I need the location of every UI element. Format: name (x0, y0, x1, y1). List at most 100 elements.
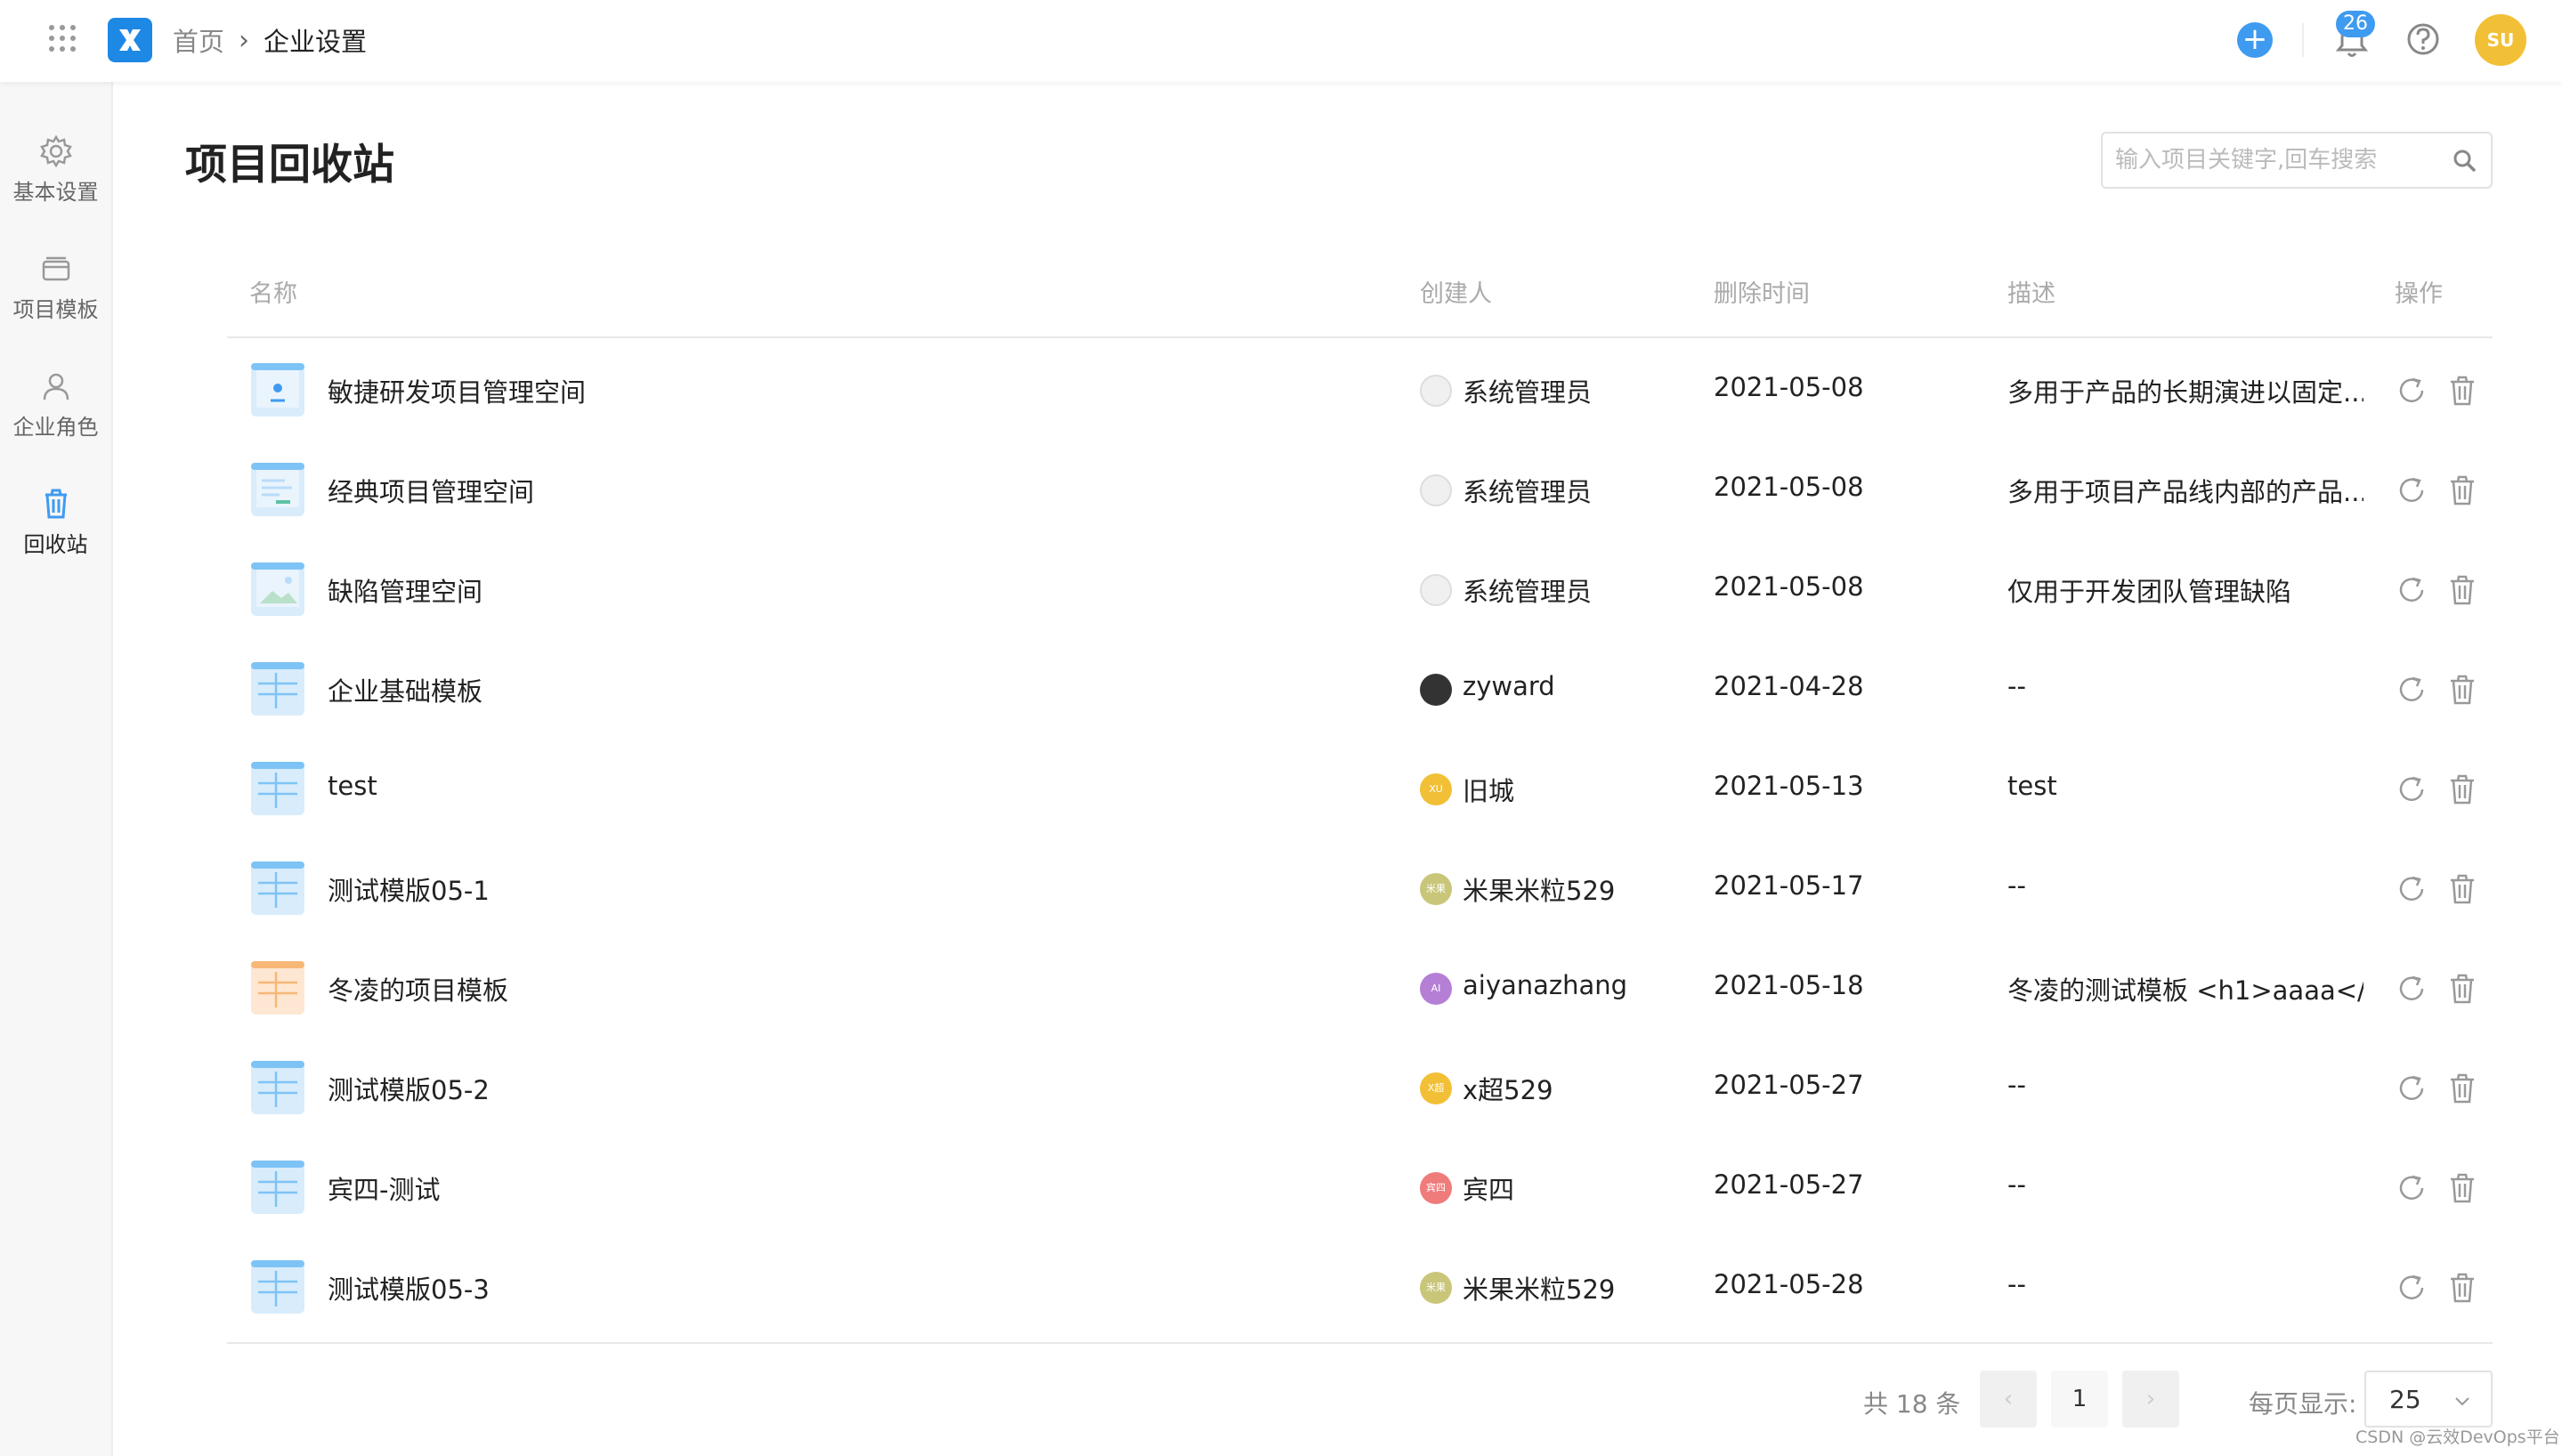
notification-badge[interactable]: 26 (2336, 11, 2375, 37)
creator-avatar: XU (1420, 773, 1452, 805)
trash-icon (45, 489, 67, 519)
search-box (2101, 132, 2493, 189)
project-template-icon (251, 662, 304, 716)
restore-icon[interactable] (2395, 772, 2428, 806)
delete-icon[interactable] (2445, 872, 2479, 906)
delete-icon[interactable] (2445, 1171, 2479, 1205)
project-template-icon (251, 463, 304, 516)
deleted-time: 2021-05-08 (1714, 571, 1864, 602)
project-name[interactable]: 缺陷管理空间 (328, 571, 482, 609)
creator-avatar: X超 (1420, 1072, 1452, 1104)
table-row: test XU 旧城 2021-05-13 test (227, 739, 2493, 838)
description: -- (2007, 1269, 2026, 1299)
project-name[interactable]: test (328, 771, 377, 801)
restore-icon[interactable] (2395, 673, 2428, 707)
deleted-time: 2021-05-17 (1714, 870, 1864, 901)
project-template-icon (251, 562, 304, 616)
breadcrumb-home[interactable]: 首页 (173, 21, 224, 59)
delete-icon[interactable] (2445, 972, 2479, 1006)
sidebar-item-label: 回收站 (23, 532, 88, 557)
watermark: CSDN @云效DevOps平台 (2355, 1428, 2560, 1447)
add-icon[interactable]: + (2237, 22, 2273, 58)
creator-name: 系统管理员 (1463, 477, 1593, 507)
description: 冬凌的测试模板 <h1>aaaa</... (2007, 975, 2363, 1006)
breadcrumb: 首页 › 企业设置 (173, 21, 367, 59)
column-header-creator: 创建人 (1420, 280, 1492, 308)
project-name[interactable]: 冬凌的项目模板 (328, 970, 508, 1007)
creator-avatar (1420, 674, 1452, 706)
sidebar-item-label: 项目模板 (12, 297, 99, 322)
table-row: 测试模版05-2 X超 x超529 2021-05-27 -- (227, 1038, 2493, 1137)
project-name[interactable]: 宾四-测试 (328, 1169, 440, 1207)
table-row: 测试模版05-1 米果 米果米粒529 2021-05-17 -- (227, 838, 2493, 938)
restore-icon[interactable] (2395, 1072, 2428, 1105)
column-header-description: 描述 (2007, 280, 2055, 308)
restore-icon[interactable] (2395, 972, 2428, 1006)
delete-icon[interactable] (2445, 673, 2479, 707)
project-name[interactable]: 测试模版05-2 (328, 1070, 490, 1107)
search-icon[interactable] (2452, 148, 2478, 174)
creator-name: aiyanazhang (1463, 970, 1628, 1000)
creator-avatar (1420, 574, 1452, 606)
user-role-icon (43, 373, 69, 400)
delete-icon[interactable] (2445, 772, 2479, 806)
description: -- (2007, 1169, 2026, 1200)
pagination-page-button[interactable]: 1 (2051, 1371, 2108, 1428)
sidebar-item-recycle-bin[interactable]: 回收站 (0, 470, 111, 568)
creator-name: 米果米粒529 (1463, 876, 1616, 906)
restore-icon[interactable] (2395, 573, 2428, 607)
table-row: 企业基础模板 zyward 2021-04-28 -- (227, 639, 2493, 739)
sidebar-item-enterprise-roles[interactable]: 企业角色 (0, 352, 111, 450)
column-header-actions: 操作 (2395, 280, 2443, 308)
page-size-select[interactable]: 25 (2364, 1371, 2493, 1428)
sidebar-item-project-templates[interactable]: 项目模板 (0, 235, 111, 333)
project-name[interactable]: 敏捷研发项目管理空间 (328, 372, 586, 409)
sidebar-item-label: 基本设置 (12, 180, 99, 205)
column-header-name: 名称 (249, 280, 297, 308)
pagination-prev-button[interactable]: ‹ (1980, 1371, 2037, 1428)
delete-icon[interactable] (2445, 374, 2479, 408)
creator-avatar: AI (1420, 973, 1452, 1005)
description: 多用于项目产品线内部的产品... (2007, 477, 2363, 507)
deleted-time: 2021-05-08 (1714, 472, 1864, 502)
deleted-time: 2021-05-13 (1714, 771, 1864, 801)
sidebar-item-label: 企业角色 (12, 415, 99, 440)
project-template-icon (251, 762, 304, 815)
restore-icon[interactable] (2395, 872, 2428, 906)
logo-icon[interactable] (108, 18, 152, 62)
deleted-time: 2021-05-28 (1714, 1269, 1864, 1299)
search-input[interactable] (2115, 141, 2444, 180)
project-name[interactable]: 企业基础模板 (328, 671, 482, 708)
restore-icon[interactable] (2395, 473, 2428, 507)
restore-icon[interactable] (2395, 374, 2428, 408)
table-row: 测试模版05-3 米果 米果米粒529 2021-05-28 -- (227, 1237, 2493, 1337)
pagination-next-button[interactable]: › (2122, 1371, 2179, 1428)
project-template-icon (251, 1061, 304, 1114)
user-avatar[interactable]: SU (2475, 14, 2526, 66)
table-row: 缺陷管理空间 系统管理员 2021-05-08 仅用于开发团队管理缺陷 (227, 539, 2493, 639)
project-name[interactable]: 经典项目管理空间 (328, 472, 534, 509)
description: -- (2007, 671, 2026, 701)
sidebar: 基本设置 项目模板 企业角色 回收站 (0, 82, 113, 1456)
project-name[interactable]: 测试模版05-3 (328, 1269, 490, 1306)
restore-icon[interactable] (2395, 1171, 2428, 1205)
pagination-total: 共 18 条 (1863, 1389, 1961, 1419)
creator-name: 旧城 (1463, 776, 1515, 806)
restore-icon[interactable] (2395, 1271, 2428, 1305)
project-template-icon (251, 1161, 304, 1214)
gear-icon (39, 134, 72, 168)
delete-icon[interactable] (2445, 1271, 2479, 1305)
page-title: 项目回收站 (185, 141, 394, 190)
delete-icon[interactable] (2445, 573, 2479, 607)
help-icon[interactable] (2405, 21, 2441, 57)
delete-icon[interactable] (2445, 473, 2479, 507)
project-name[interactable]: 测试模版05-1 (328, 870, 490, 908)
creator-name: zyward (1463, 671, 1555, 701)
chevron-down-icon (2455, 1397, 2469, 1406)
sidebar-item-basic-settings[interactable]: 基本设置 (0, 117, 111, 215)
project-template-icon (251, 363, 304, 417)
table-header: 名称 创建人 删除时间 描述 操作 (227, 267, 2493, 338)
delete-icon[interactable] (2445, 1072, 2479, 1105)
app-grid-icon[interactable] (49, 25, 76, 52)
chevron-right-icon: › (239, 24, 250, 56)
